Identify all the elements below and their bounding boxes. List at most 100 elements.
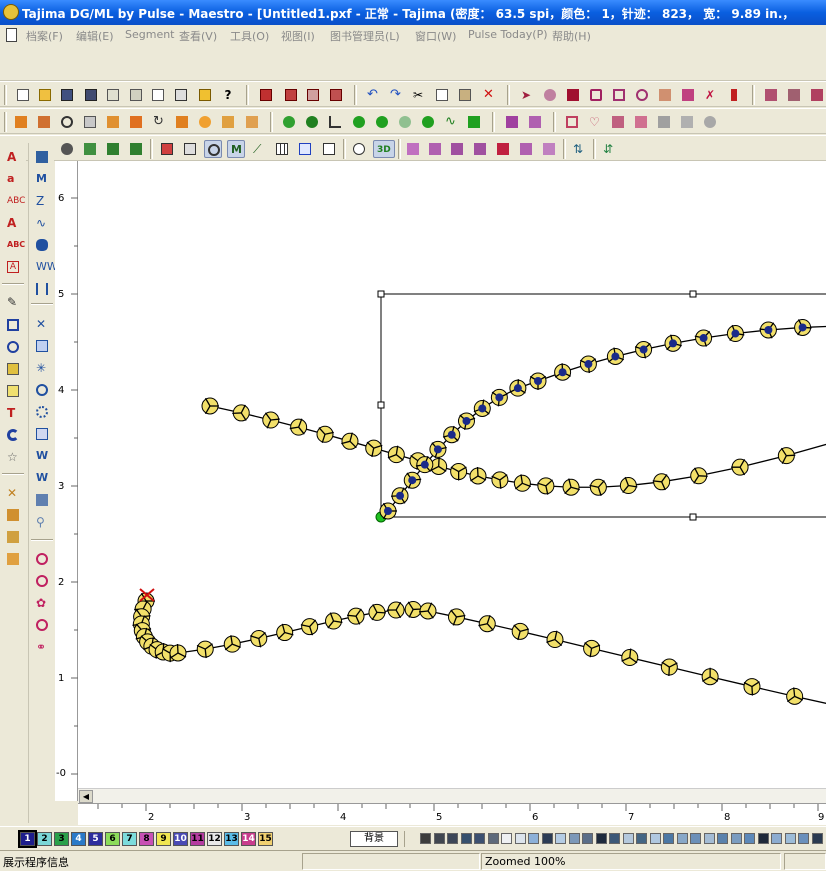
view-i-button[interactable] bbox=[320, 140, 338, 158]
stitch-a-button[interactable] bbox=[404, 140, 422, 158]
save-as-button[interactable] bbox=[82, 86, 100, 104]
palette-swatch[interactable] bbox=[595, 833, 607, 844]
text-tool-e-button[interactable]: ABC bbox=[4, 236, 25, 254]
palette-swatch[interactable] bbox=[757, 833, 769, 844]
app-icon[interactable] bbox=[3, 4, 19, 20]
color-button-7[interactable]: 7 bbox=[122, 832, 137, 846]
menu-pulse-today[interactable]: Pulse Today(P) bbox=[468, 28, 548, 41]
palette-swatch[interactable] bbox=[622, 833, 634, 844]
palette-swatch[interactable] bbox=[514, 833, 526, 844]
stitch-f-button[interactable] bbox=[517, 140, 535, 158]
import-button[interactable] bbox=[104, 86, 122, 104]
property-a-button[interactable] bbox=[563, 113, 581, 131]
tool-i-button[interactable] bbox=[785, 86, 803, 104]
tool-j-button[interactable] bbox=[808, 86, 826, 104]
palette-swatch[interactable] bbox=[771, 833, 782, 844]
text-tool-d-button[interactable]: A bbox=[4, 214, 22, 232]
view-e-button[interactable] bbox=[181, 140, 199, 158]
palette-swatch[interactable] bbox=[636, 833, 647, 844]
worksheet-button[interactable] bbox=[327, 86, 345, 104]
property-e-button[interactable] bbox=[655, 113, 673, 131]
open-folder-button[interactable] bbox=[36, 86, 54, 104]
copy-button[interactable] bbox=[433, 86, 451, 104]
property-c-button[interactable] bbox=[609, 113, 627, 131]
measure-button[interactable] bbox=[326, 113, 344, 131]
rotate-button[interactable]: ↻ bbox=[150, 113, 168, 131]
flip-button[interactable] bbox=[173, 113, 191, 131]
fill-type-c-button[interactable]: ✳ bbox=[33, 359, 51, 377]
select-arrow-button[interactable]: ➤ bbox=[518, 86, 536, 104]
palette-swatch[interactable] bbox=[703, 833, 715, 844]
stitch-type-a-button[interactable] bbox=[33, 148, 51, 166]
upper-curve-path[interactable] bbox=[387, 325, 826, 512]
fill-type-j-button[interactable]: ⚲ bbox=[33, 513, 51, 531]
special-e-button[interactable]: ⚭ bbox=[33, 638, 51, 656]
hoop-button[interactable] bbox=[296, 140, 314, 158]
digitize-c-button[interactable] bbox=[4, 528, 22, 546]
node-c-button[interactable] bbox=[396, 113, 414, 131]
color-button-8[interactable]: 8 bbox=[139, 832, 154, 846]
palette-swatch[interactable] bbox=[784, 833, 796, 844]
bring-front-button[interactable] bbox=[104, 113, 122, 131]
property-b-button[interactable]: ♡ bbox=[586, 113, 604, 131]
tool-d-button[interactable] bbox=[656, 86, 674, 104]
grid-button[interactable] bbox=[273, 140, 291, 158]
palette-swatch[interactable] bbox=[649, 833, 661, 844]
node-b-button[interactable] bbox=[373, 113, 391, 131]
palette-swatch[interactable] bbox=[717, 833, 728, 844]
rotate-tool-button[interactable] bbox=[58, 113, 76, 131]
menu-file[interactable]: 档案(F) bbox=[26, 28, 63, 44]
stitch-b-button[interactable] bbox=[426, 140, 444, 158]
fill-type-f-button[interactable] bbox=[33, 425, 51, 443]
tool-g-button[interactable] bbox=[725, 86, 743, 104]
zoom-in-button[interactable] bbox=[280, 113, 298, 131]
digitize-d-button[interactable] bbox=[4, 550, 22, 568]
view-d-button[interactable] bbox=[158, 140, 176, 158]
fill-type-b-button[interactable] bbox=[33, 337, 51, 355]
property-g-button[interactable] bbox=[701, 113, 719, 131]
text-tool-f-button[interactable]: A bbox=[4, 258, 22, 276]
node-a-button[interactable] bbox=[350, 113, 368, 131]
color-button-2[interactable]: 2 bbox=[37, 832, 52, 846]
fill-tool-button[interactable] bbox=[4, 360, 22, 378]
menu-edit[interactable]: 编辑(E) bbox=[76, 28, 114, 44]
tool-a-button[interactable] bbox=[587, 86, 605, 104]
stitch-type-d-button[interactable]: ∿ bbox=[33, 214, 51, 232]
print-preview-button[interactable] bbox=[149, 86, 167, 104]
print-button[interactable] bbox=[172, 86, 190, 104]
color-button-14[interactable]: 14 bbox=[241, 832, 256, 846]
color-button-6[interactable]: 6 bbox=[105, 832, 120, 846]
palette-swatch[interactable] bbox=[690, 833, 701, 844]
color-button-4[interactable]: 4 bbox=[71, 832, 86, 846]
stitch-drawing[interactable] bbox=[78, 161, 826, 788]
menu-window[interactable]: 窗口(W) bbox=[415, 28, 456, 44]
stitch-type-c-button[interactable]: Z bbox=[33, 192, 51, 210]
machine-settings-button[interactable] bbox=[282, 86, 300, 104]
menu-tools[interactable]: 工具(O) bbox=[230, 28, 269, 44]
palette-swatch[interactable] bbox=[663, 833, 674, 844]
note-tool-button[interactable] bbox=[4, 382, 22, 400]
machine-queue-button[interactable] bbox=[304, 86, 322, 104]
order-button[interactable] bbox=[81, 113, 99, 131]
delete-button[interactable]: ✕ bbox=[480, 86, 498, 104]
stitch-e-button[interactable] bbox=[494, 140, 512, 158]
view-c-button[interactable] bbox=[127, 140, 145, 158]
design-canvas[interactable] bbox=[78, 161, 826, 788]
palette-swatch[interactable] bbox=[541, 833, 553, 844]
stitch-curves[interactable] bbox=[132, 318, 826, 715]
palette-swatch[interactable] bbox=[798, 833, 809, 844]
special-a-button[interactable] bbox=[33, 550, 51, 568]
color-button-9[interactable]: 9 bbox=[156, 832, 171, 846]
stitch-type-g-button[interactable] bbox=[33, 280, 51, 298]
middle-curve-path[interactable] bbox=[209, 405, 826, 488]
show-stitches-button[interactable] bbox=[58, 140, 76, 158]
palette-swatch[interactable] bbox=[555, 833, 566, 844]
mirror-button[interactable] bbox=[196, 113, 214, 131]
color-picker-button[interactable] bbox=[526, 113, 544, 131]
tool-e-button[interactable] bbox=[679, 86, 697, 104]
fill-type-e-button[interactable] bbox=[33, 403, 51, 421]
special-d-button[interactable] bbox=[33, 616, 51, 634]
document-icon[interactable] bbox=[6, 28, 17, 42]
fill-type-g-button[interactable]: W bbox=[33, 447, 51, 465]
horizontal-scrollbar[interactable]: ◀ bbox=[78, 788, 826, 803]
